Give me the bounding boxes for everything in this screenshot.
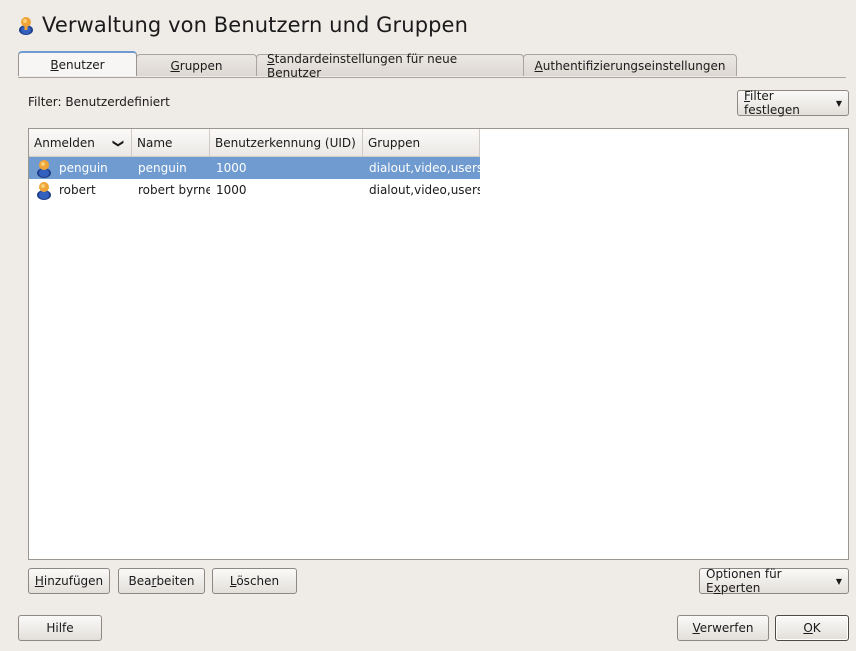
tab-authentifizierung-label: Authentifizierungseinstellungen — [535, 59, 726, 73]
expert-options-mnemonic: x — [713, 581, 721, 595]
tab-gruppen-rest: ruppen — [179, 58, 223, 73]
users-groups-window: Verwaltung von Benutzern und Gruppen Ben… — [0, 0, 856, 651]
tab-gruppen-mnemonic: G — [170, 58, 180, 73]
tab-standardeinstellungen-rest: tandardeinstellungen für neue Benutzer — [267, 51, 458, 80]
cancel-button-label: Verwerfen — [693, 621, 754, 635]
table-row[interactable]: penguin penguin 1000 dialout,video,users — [29, 157, 480, 179]
tab-gruppen-label: Gruppen — [170, 59, 222, 73]
filter-label: Filter: Benutzerdefiniert — [28, 95, 170, 109]
cancel-button-rest: erwerfen — [699, 621, 754, 635]
delete-button-label: Löschen — [230, 574, 279, 588]
column-header-name[interactable]: Name — [132, 129, 210, 157]
add-button[interactable]: Hinzufügen — [28, 568, 110, 594]
user-icon — [18, 15, 34, 35]
cell-login-text: robert — [59, 183, 96, 197]
tab-benutzer[interactable]: Benutzer — [18, 51, 137, 76]
cell-login-text: penguin — [59, 161, 108, 175]
cancel-button[interactable]: Verwerfen — [677, 615, 769, 641]
user-icon — [37, 182, 51, 200]
tab-gruppen[interactable]: Gruppen — [136, 54, 257, 76]
cell-uid: 1000 — [216, 183, 247, 197]
cell-login: penguin — [29, 157, 132, 179]
cell-uid: 1000 — [216, 161, 247, 175]
add-button-label: Hinzufügen — [35, 574, 103, 588]
tab-benutzer-label: Benutzer — [50, 58, 104, 72]
expert-options-label: Optionen für Experten — [706, 567, 831, 595]
cell-login: robert — [29, 179, 132, 201]
delete-button[interactable]: Löschen — [212, 568, 297, 594]
table-row[interactable]: robert robert byrne 1000 dialout,video,u… — [29, 179, 480, 201]
tab-bar: Benutzer Gruppen Standardeinstellungen f… — [18, 51, 737, 80]
edit-button[interactable]: Bearbeiten — [118, 568, 205, 594]
cell-groups: dialout,video,users — [369, 161, 480, 175]
add-button-rest: inzufügen — [43, 574, 104, 588]
column-header-uid[interactable]: Benutzerkennung (UID) — [210, 129, 363, 157]
cell-groups: dialout,video,users — [369, 183, 480, 197]
filter-button-rest: ilter festlegen — [744, 89, 800, 117]
column-header-anmelden[interactable]: Anmelden ❯ — [29, 129, 132, 157]
sort-down-icon: ❯ — [111, 138, 125, 148]
tab-authentifizierung-mnemonic: A — [534, 58, 543, 73]
tab-benutzer-rest: enutzer — [58, 57, 105, 72]
edit-button-label: Bearbeiten — [129, 574, 195, 588]
table-header: Anmelden ❯ Name Benutzerkennung (UID) Gr… — [29, 129, 480, 157]
cell-name: robert byrne — [138, 183, 210, 197]
edit-button-rest: beiten — [156, 574, 195, 588]
column-header-uid-label: Benutzerkennung (UID) — [215, 136, 356, 150]
ok-button-mnemonic: O — [803, 621, 813, 635]
tab-benutzer-mnemonic: B — [50, 57, 59, 72]
filter-button-label: Filter festlegen — [744, 89, 831, 117]
column-header-anmelden-label: Anmelden — [34, 136, 95, 150]
tab-authentifizierung[interactable]: Authentifizierungseinstellungen — [523, 54, 737, 76]
window-title: Verwaltung von Benutzern und Gruppen — [18, 10, 468, 40]
help-button[interactable]: Hilfe — [18, 615, 102, 641]
tab-standardeinstellungen-label: Standardeinstellungen für neue Benutzer — [267, 52, 513, 80]
tab-standardeinstellungen[interactable]: Standardeinstellungen für neue Benutzer — [256, 52, 524, 80]
add-button-mnemonic: H — [34, 574, 44, 588]
tab-authentifizierung-rest: uthentifizierungseinstellungen — [542, 58, 726, 73]
column-header-gruppen[interactable]: Gruppen — [363, 129, 480, 157]
ok-button[interactable]: OK — [775, 615, 849, 641]
filter-button[interactable]: Filter festlegen ▼ — [737, 89, 849, 117]
cancel-button-mnemonic: V — [692, 621, 700, 635]
ok-button-label: OK — [803, 621, 820, 635]
users-table[interactable]: Anmelden ❯ Name Benutzerkennung (UID) Gr… — [28, 128, 849, 560]
column-header-name-label: Name — [137, 136, 173, 150]
edit-button-pre: Bea — [128, 574, 152, 588]
help-button-label: Hilfe — [46, 621, 74, 635]
expert-options-button[interactable]: Optionen für Experten ▼ — [699, 567, 849, 595]
tab-standardeinstellungen-mnemonic: S — [267, 51, 275, 66]
delete-button-rest: öschen — [236, 574, 280, 588]
ok-button-rest: K — [812, 621, 821, 635]
user-icon — [37, 160, 51, 178]
column-header-gruppen-label: Gruppen — [368, 136, 421, 150]
dropdown-arrow-icon: ▼ — [835, 98, 842, 108]
page-title: Verwaltung von Benutzern und Gruppen — [42, 13, 468, 37]
expert-options-rest: perten — [720, 581, 761, 595]
dropdown-arrow-icon: ▼ — [835, 576, 842, 586]
cell-name: penguin — [138, 161, 187, 175]
